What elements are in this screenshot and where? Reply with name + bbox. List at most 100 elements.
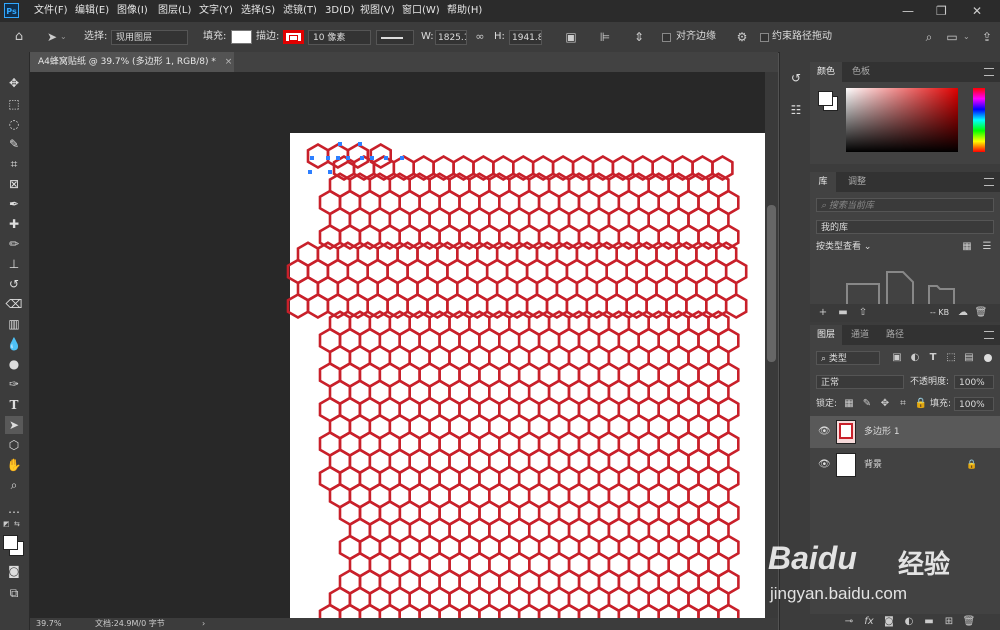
library-search-input[interactable]: ⌕ 搜索当前库: [816, 198, 994, 212]
tab-adjustments[interactable]: 调整: [837, 172, 877, 192]
lock-all-icon[interactable]: 🔒: [914, 397, 928, 411]
menu-file[interactable]: 文件(F): [34, 0, 68, 22]
anchor-point[interactable]: [370, 156, 374, 160]
upload-icon[interactable]: ⇧: [856, 306, 870, 320]
gradient-tool-icon[interactable]: ▥: [5, 315, 23, 333]
document-tab[interactable]: A4蜂窝贴纸 @ 39.7% (多边形 1, RGB/8) * ×: [30, 52, 234, 72]
link-icon[interactable]: ∞: [472, 29, 488, 45]
workspace-icon[interactable]: ▭: [944, 29, 960, 45]
fill-field[interactable]: 100%: [954, 397, 994, 411]
stroke-type-dropdown[interactable]: [376, 30, 414, 45]
layers-panel-menu-icon[interactable]: [984, 331, 994, 339]
anchor-point[interactable]: [400, 156, 404, 160]
library-view-dropdown[interactable]: 按类型查看 ⌄: [816, 240, 871, 254]
align-edges-checkbox[interactable]: [662, 33, 671, 42]
new-layer-icon[interactable]: ⊞: [942, 615, 956, 629]
layer-row-background[interactable]: 👁 背景 🔒: [810, 449, 1000, 481]
eyedropper-tool-icon[interactable]: ✒: [5, 195, 23, 213]
zoom-tool-icon[interactable]: ⌕: [5, 476, 23, 494]
filter-type-icon[interactable]: T: [926, 351, 940, 365]
anchor-point[interactable]: [310, 156, 314, 160]
filter-adjustment-icon[interactable]: ◐: [908, 351, 922, 365]
properties-panel-icon[interactable]: ☷: [788, 102, 804, 118]
menu-window[interactable]: 窗口(W): [402, 0, 440, 22]
crop-tool-icon[interactable]: ⌗: [5, 155, 23, 173]
tab-libraries[interactable]: 库: [810, 172, 836, 192]
foreground-color-swatch[interactable]: [3, 535, 18, 550]
tool-preset-chevron-icon[interactable]: ⌄: [60, 22, 67, 52]
menu-filter[interactable]: 滤镜(T): [283, 0, 317, 22]
healing-brush-tool-icon[interactable]: ✚: [5, 215, 23, 233]
history-brush-tool-icon[interactable]: ↺: [5, 275, 23, 293]
lock-position-icon[interactable]: ✥: [878, 397, 892, 411]
filter-toggle-icon[interactable]: [984, 354, 992, 362]
menu-select[interactable]: 选择(S): [241, 0, 275, 22]
document-tab-close-icon[interactable]: ×: [225, 57, 233, 67]
constrain-path-checkbox[interactable]: [760, 33, 769, 42]
delete-layer-icon[interactable]: 🗑: [962, 615, 976, 629]
eye-icon[interactable]: 👁: [818, 459, 831, 471]
width-field[interactable]: 1825.13: [435, 30, 467, 45]
opacity-field[interactable]: 100%: [954, 375, 994, 389]
screen-mode-icon[interactable]: ⧉: [5, 584, 23, 602]
menu-layer[interactable]: 图层(L): [158, 0, 191, 22]
maximize-button[interactable]: ❐: [936, 0, 947, 22]
move-tool-icon[interactable]: ✥: [5, 74, 23, 92]
color-panel-menu-icon[interactable]: [984, 68, 994, 76]
library-panel-menu-icon[interactable]: [984, 178, 994, 186]
menu-3d[interactable]: 3D(D): [325, 0, 355, 22]
lasso-tool-icon[interactable]: ◌: [5, 115, 23, 133]
anchor-point[interactable]: [338, 142, 342, 146]
default-colors-icon[interactable]: ◩: [3, 520, 11, 528]
path-operations-icon[interactable]: ▣: [563, 29, 579, 45]
height-field[interactable]: 1941.84: [509, 30, 542, 45]
polygon-tool-icon[interactable]: ⬡: [5, 436, 23, 454]
anchor-point[interactable]: [358, 142, 362, 146]
library-select[interactable]: 我的库: [816, 220, 994, 234]
lock-artboard-icon[interactable]: ⌗: [896, 397, 910, 411]
edit-toolbar-icon[interactable]: …: [5, 500, 23, 518]
eraser-tool-icon[interactable]: ⌫: [5, 295, 23, 313]
workspace-chevron-icon[interactable]: ⌄: [963, 22, 970, 52]
honeycomb-artwork[interactable]: [30, 72, 765, 618]
quick-selection-tool-icon[interactable]: ✎: [5, 135, 23, 153]
brush-tool-icon[interactable]: ✏: [5, 235, 23, 253]
status-arrow-icon[interactable]: ›: [202, 618, 205, 630]
layer-row-polygon[interactable]: 👁 多边形 1: [810, 416, 1000, 448]
vertical-scrollbar-thumb[interactable]: [767, 205, 776, 362]
filter-smart-object-icon[interactable]: ▤: [962, 351, 976, 365]
tab-swatches[interactable]: 色板: [843, 62, 879, 82]
gear-icon[interactable]: ⚙: [734, 29, 750, 45]
trash-icon[interactable]: 🗑: [974, 306, 988, 320]
tab-paths[interactable]: 路径: [878, 325, 912, 345]
menu-image[interactable]: 图像(I): [117, 0, 148, 22]
menu-edit[interactable]: 编辑(E): [75, 0, 109, 22]
add-content-icon[interactable]: +: [816, 306, 830, 320]
quick-mask-icon[interactable]: ◙: [5, 562, 23, 580]
home-icon[interactable]: ⌂: [11, 29, 27, 45]
canvas-area[interactable]: [30, 72, 765, 618]
path-arrangement-icon[interactable]: ⇕: [631, 29, 647, 45]
clone-stamp-tool-icon[interactable]: ⊥: [5, 255, 23, 273]
dodge-tool-icon[interactable]: ●: [5, 355, 23, 373]
layer-filter-dropdown[interactable]: ⌕ 类型: [816, 351, 880, 365]
swap-colors-icon[interactable]: ⇆: [14, 520, 22, 528]
tab-color[interactable]: 颜色: [810, 62, 842, 82]
color-spectrum[interactable]: [846, 88, 958, 152]
eye-icon[interactable]: 👁: [818, 426, 831, 438]
stroke-width-field[interactable]: 10 像素: [308, 30, 371, 45]
menu-type[interactable]: 文字(Y): [199, 0, 233, 22]
fill-swatch[interactable]: [231, 30, 252, 44]
zoom-level[interactable]: 39.7%: [36, 618, 61, 630]
hand-tool-icon[interactable]: ✋: [5, 456, 23, 474]
anchor-point[interactable]: [360, 156, 364, 160]
menu-view[interactable]: 视图(V): [360, 0, 395, 22]
frame-tool-icon[interactable]: ⊠: [5, 175, 23, 193]
tab-channels[interactable]: 通道: [843, 325, 877, 345]
path-alignment-icon[interactable]: ⊫: [597, 29, 613, 45]
anchor-point[interactable]: [346, 156, 350, 160]
path-selection-tool-icon[interactable]: ➤: [5, 416, 23, 434]
anchor-point[interactable]: [326, 156, 330, 160]
minimize-button[interactable]: —: [902, 0, 914, 22]
new-group-icon[interactable]: ▬: [922, 615, 936, 629]
